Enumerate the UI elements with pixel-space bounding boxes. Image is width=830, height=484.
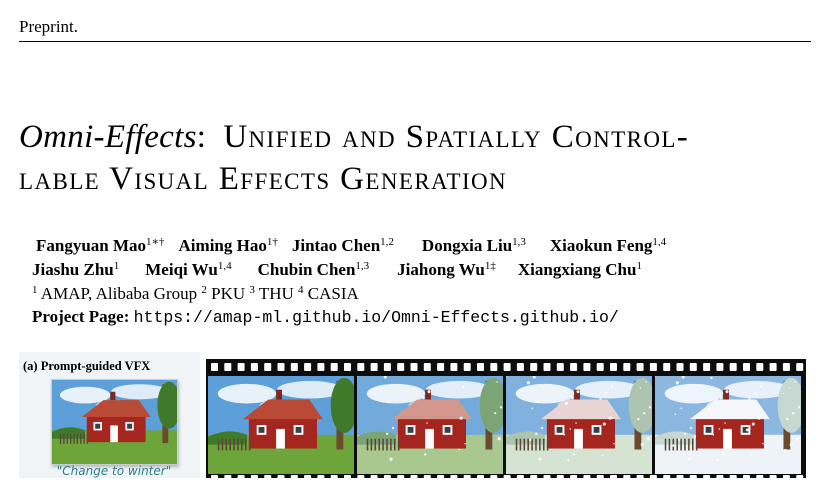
- author: Chubin Chen1,3: [258, 258, 370, 282]
- author-name: Chubin Chen: [257, 260, 356, 279]
- author-affiliation-mark: 1†: [266, 236, 278, 248]
- author-name: Jiashu Zhu: [32, 260, 114, 279]
- author-affiliation-mark: 1,4: [217, 260, 232, 272]
- output-frame-4: [655, 376, 801, 474]
- author-affiliation-mark: 1‡: [484, 260, 496, 272]
- title-line-1-rest: Unified and Spatially Control-: [223, 119, 690, 155]
- affiliation-name: THU: [254, 284, 299, 303]
- author-affiliation-mark: 1: [113, 260, 120, 272]
- affiliation-name: CASIA: [303, 284, 359, 303]
- title-line-1: Omni-Effects: Unified and Spatially Cont…: [19, 116, 811, 158]
- title-method-name: Omni-Effects: [19, 119, 197, 155]
- paper-title: Omni-Effects: Unified and Spatially Cont…: [19, 116, 811, 200]
- film-perforations-bottom: [211, 475, 804, 483]
- author: Aiming Hao1†: [179, 234, 278, 258]
- author-name: Aiming Hao: [178, 236, 267, 255]
- author-row-2: Jiashu Zhu1 Meiqi Wu1,4 Chubin Chen1,3 Jiah…: [32, 258, 812, 282]
- output-frame-2: [357, 376, 503, 474]
- author-name: Xiaokun Feng: [549, 236, 653, 255]
- author-name: Jintao Chen: [291, 236, 381, 255]
- output-frame-3: [506, 376, 652, 474]
- author-affiliation-mark: 1: [636, 260, 642, 272]
- film-strip: [206, 359, 806, 483]
- author: Xiaokun Feng1,4: [550, 234, 666, 258]
- author-affiliation-mark: 1∗†: [146, 236, 165, 248]
- title-line-2: lable Visual Effects Generation: [19, 161, 508, 197]
- author-name: Meiqi Wu: [145, 260, 218, 279]
- author: Fangyuan Mao1∗†: [36, 234, 165, 258]
- prompt-caption: "Change to winter": [56, 464, 172, 478]
- preprint-label: Preprint.: [19, 17, 79, 36]
- author: Dongxia Liu1,3: [422, 234, 526, 258]
- panel-label: (a) Prompt-guided VFX: [23, 359, 151, 373]
- author: Meiqi Wu1,4: [145, 258, 231, 282]
- affiliations: 1 AMAP, Alibaba Group 2 PKU 3 THU 4 CASI…: [32, 283, 812, 305]
- affiliation-name: AMAP, Alibaba Group: [37, 284, 202, 303]
- author: Xiangxiang Chu1: [518, 258, 642, 282]
- author-name: Fangyuan Mao: [36, 236, 147, 255]
- teaser-figure: (a) Prompt-guided VFX "Change to winter": [19, 352, 811, 483]
- source-image: [51, 379, 178, 465]
- author: Jintao Chen1,2: [292, 234, 394, 258]
- author-name: Xiangxiang Chu: [517, 260, 637, 279]
- author-affiliation-mark: 1,4: [652, 236, 667, 248]
- project-page-url[interactable]: https://amap-ml.github.io/Omni-Effects.g…: [134, 308, 619, 327]
- author: Jiahong Wu1‡: [397, 258, 496, 282]
- page-header: Preprint.: [19, 16, 811, 42]
- author-name: Jiahong Wu: [397, 260, 485, 279]
- author-name: Dongxia Liu: [421, 236, 513, 255]
- title-colon: :: [196, 119, 207, 155]
- author-affiliation-mark: 1,3: [355, 260, 370, 272]
- film-perforations-top: [211, 363, 804, 371]
- author: Jiashu Zhu1: [32, 258, 119, 282]
- output-frame-1: [208, 376, 354, 474]
- prompt-guided-panel: (a) Prompt-guided VFX "Change to winter": [19, 352, 200, 478]
- project-page-label: Project Page:: [32, 307, 130, 326]
- author-affiliation-mark: 1,3: [512, 236, 526, 248]
- project-page: Project Page: https://amap-ml.github.io/…: [32, 305, 812, 330]
- affiliation-name: PKU: [206, 284, 250, 303]
- author-block: Fangyuan Mao1∗† Aiming Hao1† Jintao Chen1,…: [32, 234, 812, 330]
- author-row-1: Fangyuan Mao1∗† Aiming Hao1† Jintao Chen1,…: [32, 234, 812, 258]
- author-affiliation-mark: 1,2: [380, 236, 394, 248]
